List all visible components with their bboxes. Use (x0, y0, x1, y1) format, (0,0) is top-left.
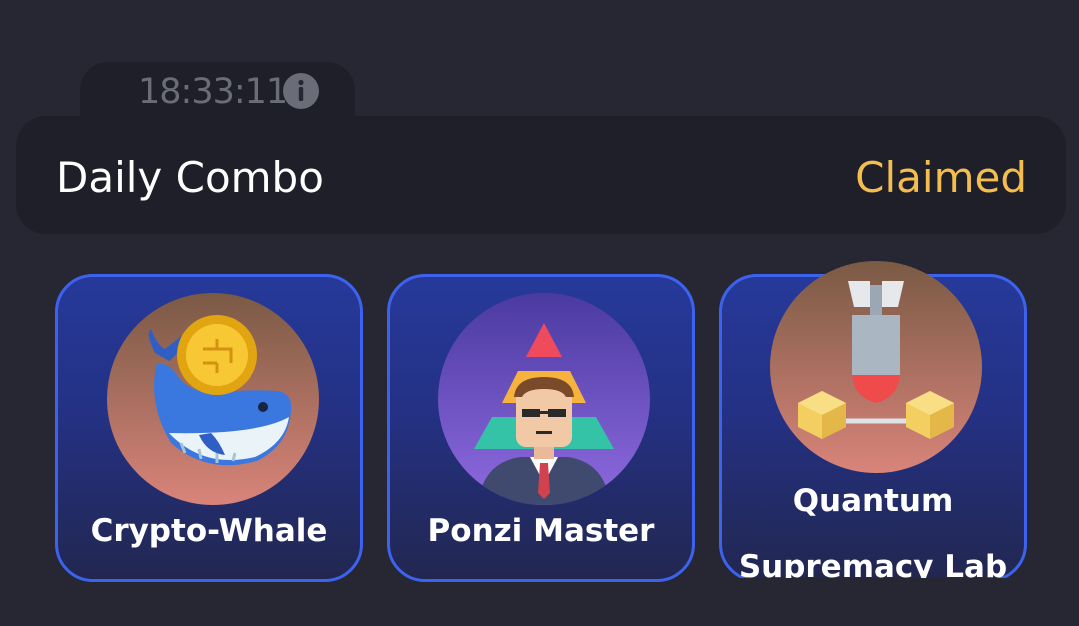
card-label: Crypto-Whale (90, 513, 328, 549)
daily-combo-title: Daily Combo (56, 153, 324, 202)
card-label: Ponzi Master (427, 513, 655, 549)
pyramid-businessman-icon (438, 293, 650, 505)
combo-card-crypto-whale[interactable]: Crypto-Whale (55, 274, 363, 582)
countdown-timer: 18:33:11 (138, 72, 288, 112)
card-bottom-fade (722, 578, 1024, 626)
combo-card-ponzi-master[interactable]: Ponzi Master (387, 274, 695, 582)
daily-combo-status: Claimed (855, 153, 1027, 202)
combo-card-quantum-supremacy-lab[interactable]: Quantum Supremacy Lab (719, 261, 1027, 585)
info-icon[interactable] (282, 72, 320, 110)
card-label-line1: Quantum (792, 483, 954, 519)
whale-with-coin-icon (107, 293, 319, 505)
bomb-cubes-icon (770, 261, 982, 473)
